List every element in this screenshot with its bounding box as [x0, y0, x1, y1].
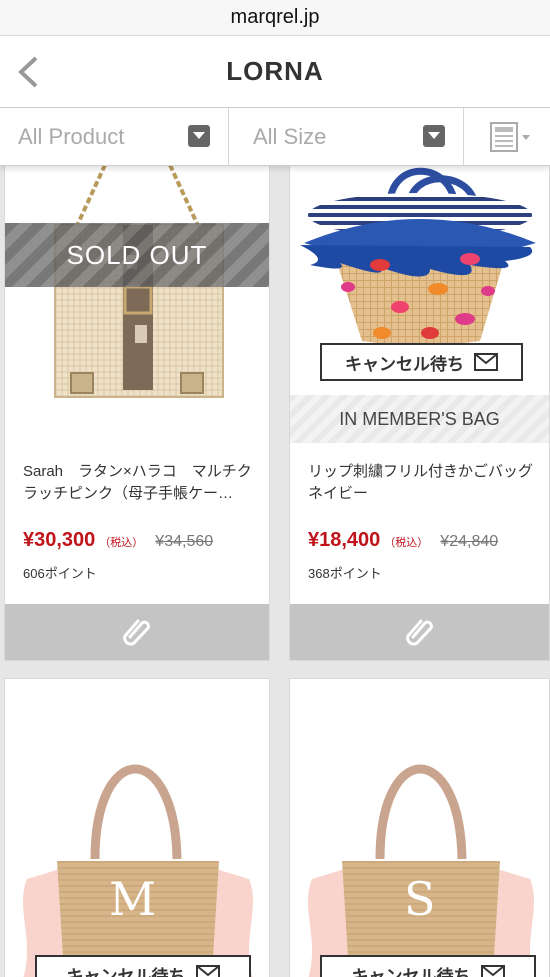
wait-cancel-label: キャンセル待ち [345, 354, 464, 374]
chevron-left-icon [18, 56, 38, 88]
sold-out-overlay: SOLD OUT [5, 223, 269, 287]
paperclip-icon [405, 619, 433, 646]
sale-price: ¥30,300 [23, 529, 96, 551]
product-filter-label: All Product [18, 124, 125, 149]
wait-cancel-button[interactable]: キャンセル待ち [320, 343, 523, 381]
envelope-icon [474, 353, 498, 371]
points: 368ポイント [308, 566, 382, 581]
back-button[interactable] [10, 52, 46, 92]
product-card[interactable]: SOLD OUT Sarah ラタン×ハラコ マルチクラッチピンク（母子手帳ケー… [4, 166, 270, 661]
original-price: ¥24,840 [440, 533, 499, 550]
list-view-icon [490, 122, 530, 152]
member-bag-label: IN MEMBER'S BAG [339, 408, 500, 429]
wait-cancel-label: キャンセル待ち [351, 966, 471, 977]
envelope-icon [480, 965, 505, 977]
sold-out-label: SOLD OUT [66, 239, 208, 270]
sale-price: ¥18,400 [308, 529, 381, 551]
product-name[interactable]: リップ刺繍フリル付きかごバッグ ネイビー [308, 461, 548, 505]
product-image[interactable]: キャンセル待ち IN MEMBER'S BAG [290, 166, 549, 443]
member-bag-status: IN MEMBER'S BAG [290, 395, 549, 443]
url-text: marqrel.jp [230, 6, 320, 28]
size-filter-select[interactable]: All Size [229, 108, 464, 166]
product-grid: SOLD OUT Sarah ラタン×ハラコ マルチクラッチピンク（母子手帳ケー… [0, 166, 550, 977]
address-bar[interactable]: marqrel.jp [0, 0, 550, 36]
clip-button[interactable] [5, 604, 269, 660]
product-name[interactable]: Sarah ラタン×ハラコ マルチクラッチピンク（母子手帳ケー… [23, 461, 255, 505]
envelope-icon [195, 965, 220, 977]
rattan-clutch-image [54, 166, 224, 398]
wait-cancel-label: キャンセル待ち [66, 966, 186, 977]
initial-tote-s-image[interactable]: S [290, 679, 550, 977]
price-line: ¥18,400 （税込） ¥24,840 [308, 529, 548, 552]
product-filter-select[interactable]: All Product [0, 108, 229, 166]
initial-letter: S [404, 872, 436, 926]
points: 606ポイント [23, 566, 97, 581]
original-price: ¥34,560 [155, 533, 214, 550]
wait-cancel-button[interactable]: キャンセル待ち [320, 955, 536, 977]
product-card[interactable]: M キャンセル待ち [4, 678, 270, 977]
price-line: ¥30,300 （税込） ¥34,560 [23, 529, 263, 552]
lip-basket-image [300, 167, 536, 346]
initial-tote-m-image[interactable]: M [5, 679, 270, 977]
tax-label: （税込） [384, 537, 429, 549]
product-image[interactable]: SOLD OUT [5, 166, 269, 430]
filter-bar: All Product All Size [0, 108, 550, 166]
page-title: LORNA [226, 56, 324, 86]
dropdown-arrow-icon [423, 125, 445, 147]
page-header: LORNA [0, 36, 550, 108]
product-card[interactable]: キャンセル待ち IN MEMBER'S BAG リップ刺繍フリル付きかごバッグ … [289, 166, 550, 661]
tax-label: （税込） [99, 537, 144, 549]
dropdown-arrow-icon [188, 125, 210, 147]
size-filter-label: All Size [253, 124, 327, 149]
view-toggle-button[interactable] [464, 108, 550, 166]
initial-letter: M [109, 872, 156, 926]
product-card[interactable]: S キャンセル待ち [289, 678, 550, 977]
clip-button[interactable] [290, 604, 549, 660]
paperclip-icon [123, 619, 150, 646]
wait-cancel-button[interactable]: キャンセル待ち [35, 955, 251, 977]
